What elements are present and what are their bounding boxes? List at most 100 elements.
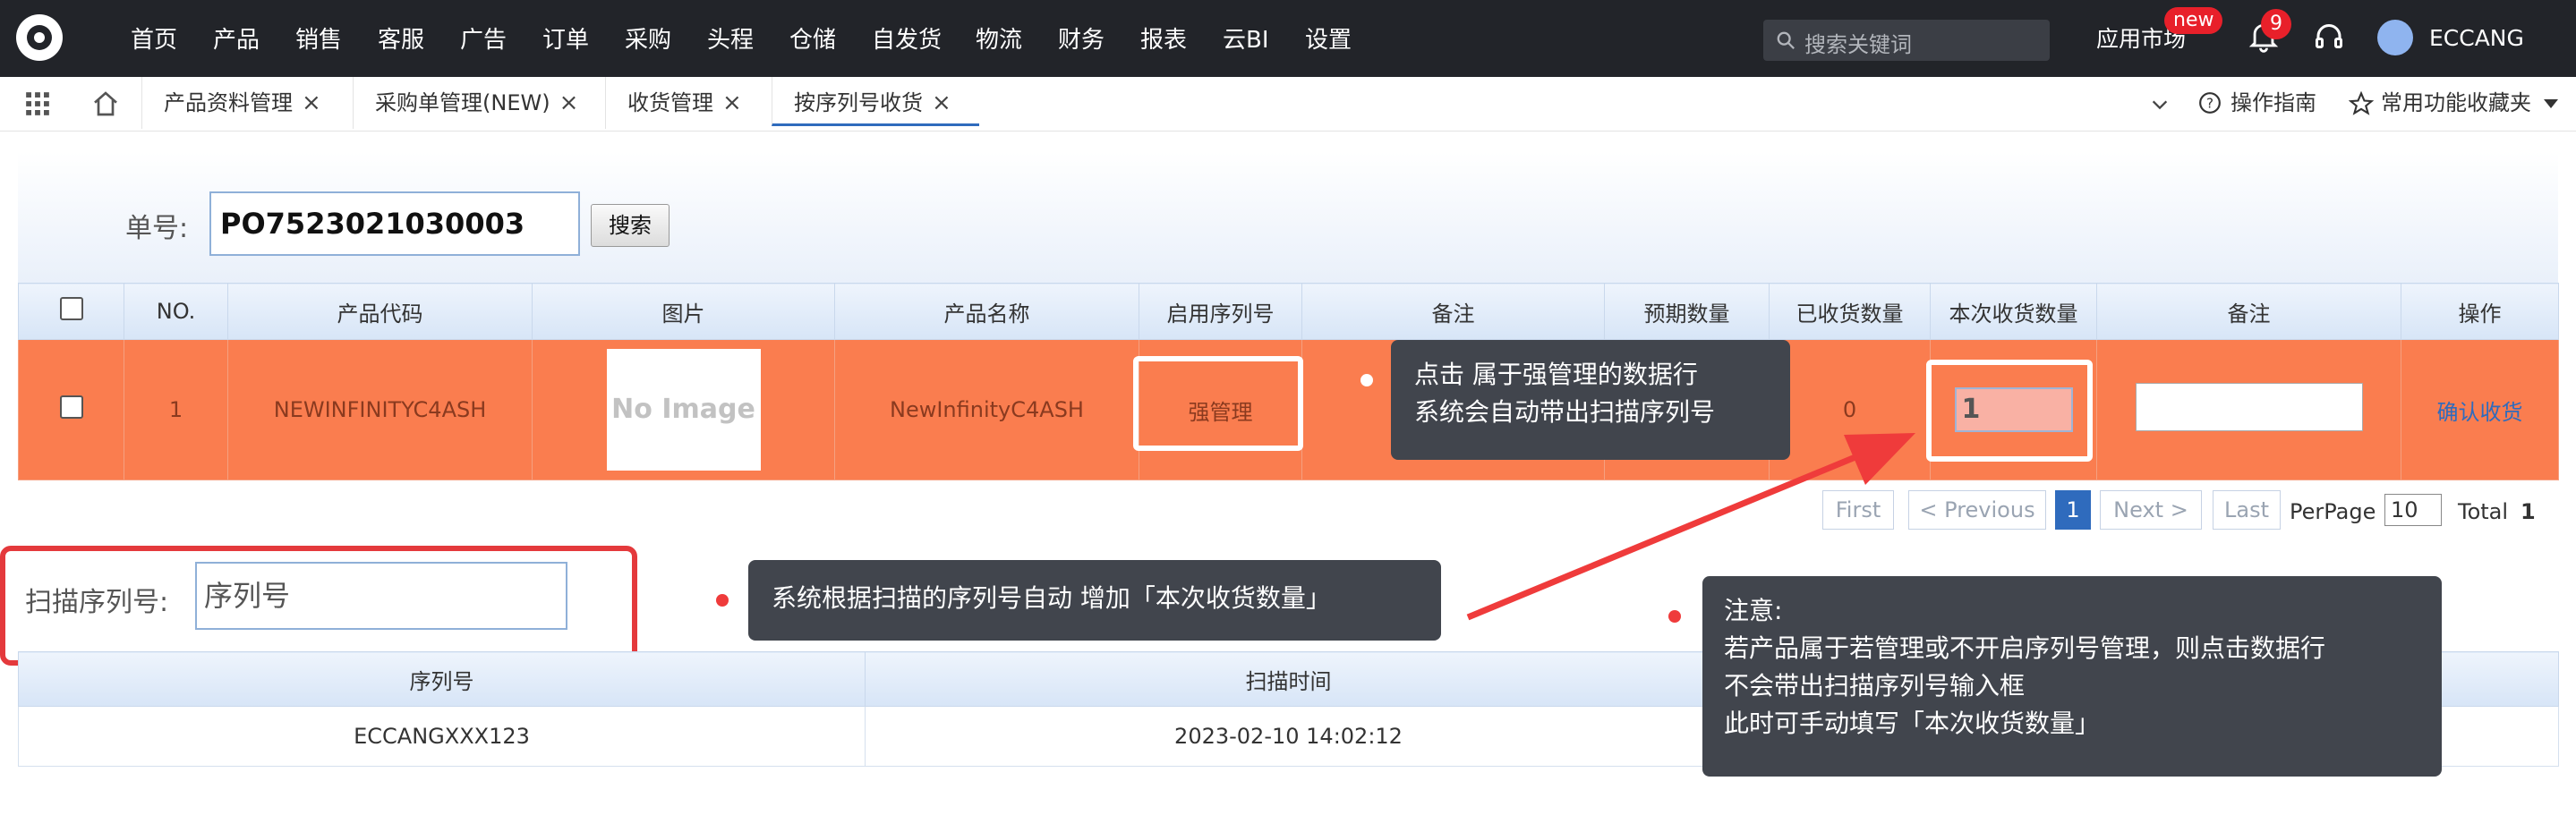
- total-count: 1: [2521, 499, 2536, 524]
- nav-item-sales[interactable]: 销售: [295, 0, 342, 77]
- close-icon[interactable]: ×: [932, 89, 951, 116]
- col-header: 扫描时间: [865, 651, 1712, 707]
- tab-receiving[interactable]: 收货管理 ×: [605, 77, 766, 129]
- nav-item-home[interactable]: 首页: [131, 0, 177, 77]
- username[interactable]: ECCANG: [2429, 25, 2524, 51]
- callout-note: 注意: 若产品属于若管理或不开启序列号管理，则点击数据行 不会带出扫描序列号输入…: [1702, 576, 2442, 777]
- search-input[interactable]: 搜索关键词: [1763, 20, 2050, 61]
- col-header: 备注: [1301, 283, 1605, 340]
- row-checkbox[interactable]: [18, 339, 124, 480]
- current-page-button[interactable]: 1: [2055, 490, 2091, 530]
- col-header: 操作: [2401, 283, 2559, 340]
- col-header: 备注: [2096, 283, 2401, 340]
- logo-icon[interactable]: [16, 14, 63, 61]
- caret-down-icon[interactable]: [2542, 97, 2560, 111]
- tab-purchase-orders[interactable]: 采购单管理(NEW) ×: [353, 77, 587, 129]
- total-label: Total: [2458, 499, 2509, 524]
- callout-dot: [716, 594, 729, 607]
- action-cell: 确认收货: [2401, 339, 2559, 480]
- row-no: 1: [124, 339, 228, 480]
- callout-line: 点击 属于强管理的数据行: [1414, 360, 1698, 389]
- order-number-label: 单号:: [125, 213, 189, 244]
- close-icon[interactable]: ×: [559, 89, 579, 116]
- tab-label: 采购单管理(NEW): [375, 90, 550, 115]
- app-grid-icon[interactable]: [25, 91, 50, 116]
- callout-line: 此时可手动填写「本次收货数量」: [1724, 709, 2101, 738]
- callout-line: 注意:: [1724, 596, 1783, 625]
- product-name: NewInfinityC4ASH: [834, 339, 1139, 480]
- callout-line: 系统会自动带出扫描序列号: [1414, 397, 1716, 427]
- favorites-menu[interactable]: 常用功能收藏夹: [2381, 77, 2531, 129]
- tab-bar: 产品资料管理 × 采购单管理(NEW) × 收货管理 × 按序列号收货 × ? 操作指南…: [0, 77, 2576, 132]
- confirm-receive-link[interactable]: 确认收货: [2437, 400, 2523, 425]
- select-all-checkbox[interactable]: [18, 283, 124, 340]
- nav-item-self-ship[interactable]: 自发货: [872, 0, 942, 77]
- col-header: 图片: [532, 283, 835, 340]
- qty-highlight: [1926, 360, 2093, 462]
- notification-count-badge: 9: [2261, 9, 2291, 39]
- last-page-button[interactable]: Last: [2213, 490, 2281, 530]
- new-badge: new: [2164, 7, 2223, 34]
- nav-item-logistics[interactable]: 物流: [976, 0, 1022, 77]
- callout-row-click: 点击 属于强管理的数据行 系统会自动带出扫描序列号: [1391, 340, 1790, 460]
- top-nav-bar: 首页 产品 销售 客服 广告 订单 采购 头程 仓储 自发货 物流 财务 报表 …: [0, 0, 2576, 77]
- nav-item-orders[interactable]: 订单: [542, 0, 589, 77]
- col-header: 启用序列号: [1139, 283, 1302, 340]
- next-page-button[interactable]: Next >: [2100, 490, 2202, 530]
- callout-dot: [1668, 610, 1681, 623]
- search-button[interactable]: 搜索: [591, 204, 670, 247]
- tab-product-info[interactable]: 产品资料管理 ×: [141, 77, 333, 129]
- nav-item-reports[interactable]: 报表: [1140, 0, 1187, 77]
- nav-item-purchase[interactable]: 采购: [625, 0, 671, 77]
- tab-label: 按序列号收货: [794, 90, 923, 115]
- order-number-input[interactable]: PO7523021030003: [209, 191, 580, 256]
- product-code: NEWINFINITYC4ASH: [227, 339, 533, 480]
- callout-line: 系统根据扫描的序列号自动 增加「本次收货数量」: [772, 583, 1331, 613]
- tab-serial-receiving[interactable]: 按序列号收货 ×: [772, 77, 979, 126]
- tab-label: 收货管理: [627, 90, 713, 115]
- nav-item-headhaul[interactable]: 头程: [707, 0, 754, 77]
- no-image-placeholder: No Image: [606, 349, 761, 471]
- serial-number-input[interactable]: 序列号: [195, 562, 567, 630]
- help-icon: ?: [2199, 92, 2221, 114]
- first-page-button[interactable]: First: [1822, 490, 1894, 530]
- col-header: 产品名称: [834, 283, 1139, 340]
- avatar[interactable]: [2377, 20, 2413, 55]
- search-placeholder: 搜索关键词: [1804, 32, 1912, 57]
- product-image: No Image: [532, 339, 835, 480]
- previous-page-button[interactable]: < Previous: [1908, 490, 2046, 530]
- nav-item-settings[interactable]: 设置: [1305, 0, 1352, 77]
- nav-item-ads[interactable]: 广告: [460, 0, 507, 77]
- serial-scan-label: 扫描序列号:: [25, 587, 169, 618]
- callout-line: 若产品属于若管理或不开启序列号管理，则点击数据行: [1724, 633, 2326, 663]
- chevron-down-icon[interactable]: [2150, 95, 2170, 115]
- home-icon[interactable]: [91, 89, 120, 118]
- callout-auto-increase: 系统根据扫描的序列号自动 增加「本次收货数量」: [748, 560, 1441, 641]
- search-icon: [1777, 31, 1795, 49]
- col-header: 产品代码: [227, 283, 533, 340]
- star-icon: [2349, 91, 2374, 115]
- col-header: 已收货数量: [1769, 283, 1931, 340]
- scan-time: 2023-02-10 14:02:12: [865, 706, 1712, 767]
- per-page-label: PerPage: [2290, 499, 2376, 524]
- operation-guide-link[interactable]: 操作指南: [2231, 77, 2316, 129]
- nav-item-finance[interactable]: 财务: [1058, 0, 1105, 77]
- svg-text:?: ?: [2206, 95, 2213, 111]
- nav-item-warehouse[interactable]: 仓储: [789, 0, 836, 77]
- nav-item-product[interactable]: 产品: [213, 0, 260, 77]
- headset-icon[interactable]: [2313, 21, 2345, 54]
- serial-value: ECCANGXXX123: [18, 706, 866, 767]
- received-qty: 0: [1769, 339, 1931, 480]
- serial-mode-highlight: [1133, 356, 1303, 451]
- close-icon[interactable]: ×: [302, 89, 321, 116]
- tab-label: 产品资料管理: [164, 90, 293, 115]
- remark-input[interactable]: [2135, 383, 2363, 431]
- nav-item-cloud-bi[interactable]: 云BI: [1223, 0, 1269, 77]
- per-page-input[interactable]: 10: [2384, 494, 2442, 526]
- callout-dot: [1361, 374, 1373, 386]
- col-header: 本次收货数量: [1930, 283, 2097, 340]
- nav-item-service[interactable]: 客服: [378, 0, 424, 77]
- col-header: 预期数量: [1604, 283, 1770, 340]
- close-icon[interactable]: ×: [722, 89, 742, 116]
- callout-line: 不会带出扫描序列号输入框: [1724, 671, 2026, 700]
